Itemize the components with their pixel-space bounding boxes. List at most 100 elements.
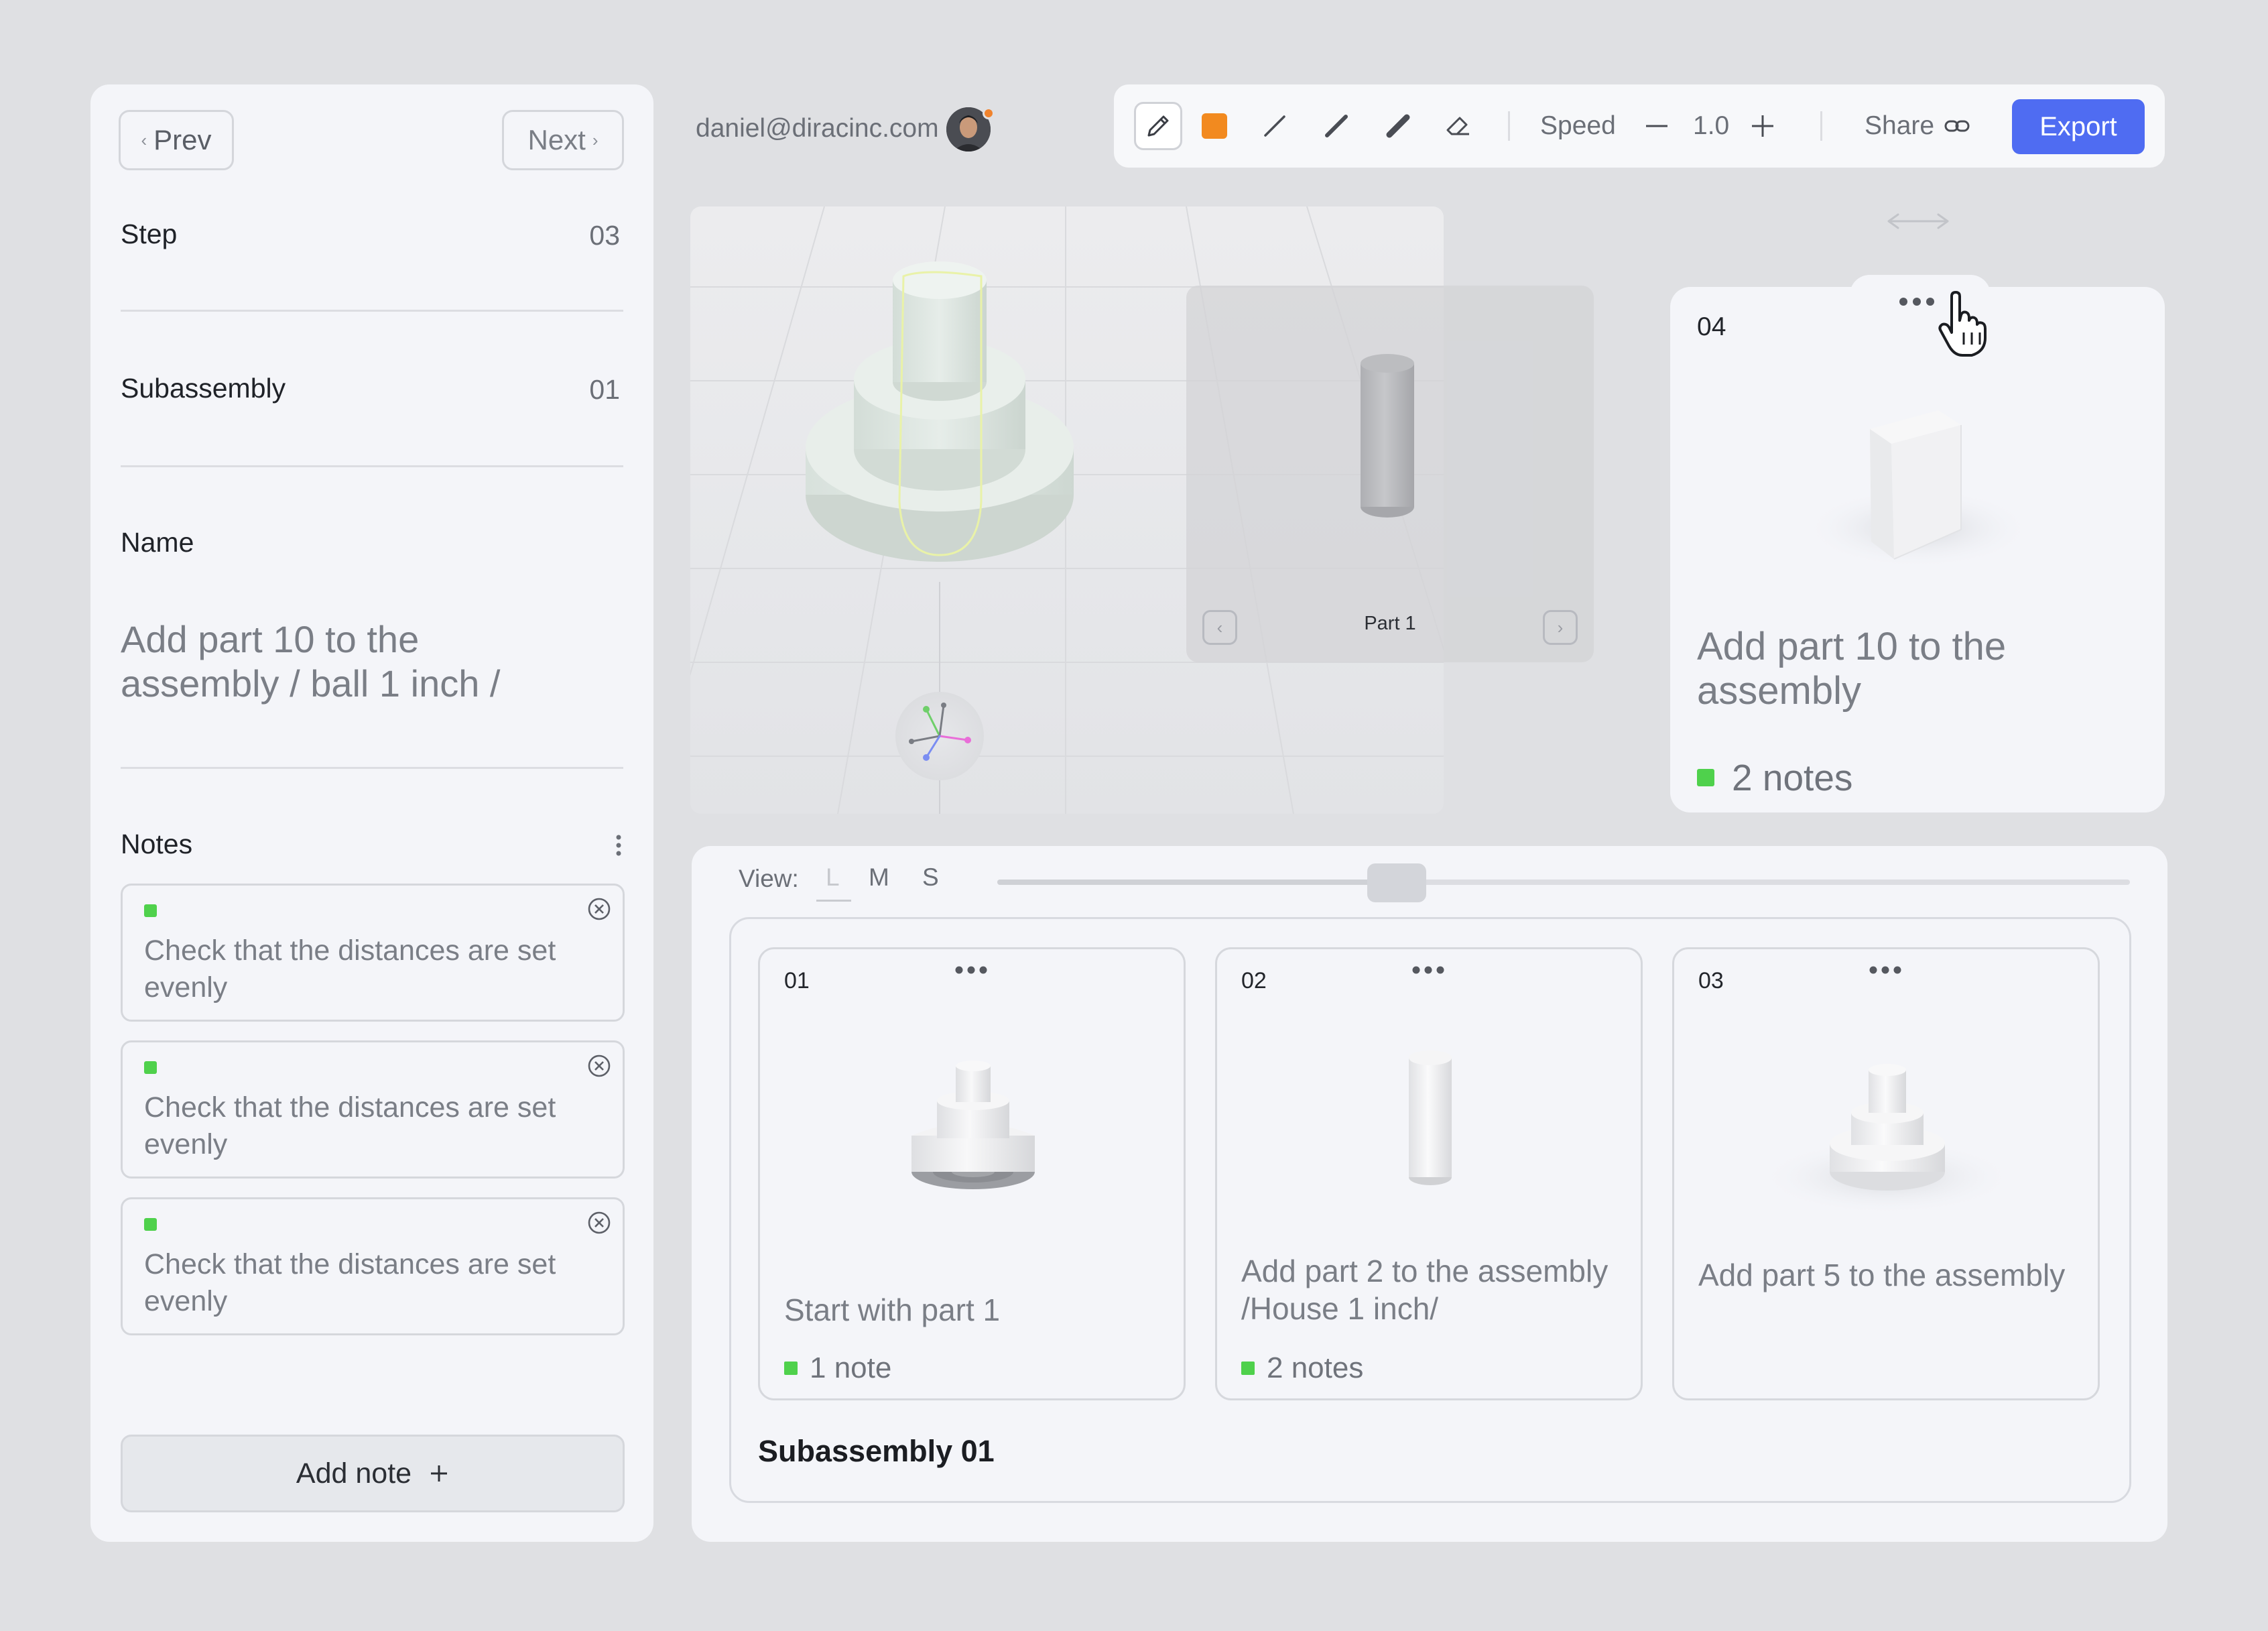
decrease-speed-icon[interactable]: [1645, 118, 1669, 134]
view-option-small[interactable]: S: [922, 863, 939, 892]
part-1-model: [1361, 354, 1414, 518]
step-card[interactable]: 03 Add part 5 to the assembly: [1672, 947, 2100, 1400]
step-card-notes-count: 1 note: [810, 1351, 892, 1384]
view-option-medium[interactable]: M: [869, 863, 889, 892]
user-email: daniel@diracinc.com: [696, 114, 939, 143]
step-card-title: Add part 2 to the assembly /House 1 inch…: [1241, 1254, 1609, 1326]
notes-label: Notes: [121, 829, 193, 859]
note-status-indicator: [144, 904, 157, 917]
pencil-tool[interactable]: [1134, 102, 1182, 150]
color-swatch[interactable]: [1190, 102, 1239, 150]
note-item[interactable]: Check that the distances are set evenly: [121, 1197, 625, 1335]
step-card-title: Add part 5 to the assembly: [1698, 1258, 2066, 1292]
orange-color-icon: [1202, 113, 1227, 139]
step-card-notes-count: 2 notes: [1267, 1351, 1364, 1384]
view-label: View:: [739, 865, 799, 892]
cube-model: [1804, 410, 2032, 568]
chevron-right-icon: ›: [1557, 617, 1564, 638]
increase-speed-icon[interactable]: [1751, 114, 1775, 138]
pencil-icon: [1147, 115, 1169, 137]
pointer-hand-cursor-icon: [1938, 291, 1987, 357]
speed-value: 1.0: [1693, 111, 1730, 140]
plus-icon: [431, 1465, 448, 1482]
thin-line-icon: [1264, 115, 1285, 137]
export-button[interactable]: Export: [2012, 99, 2145, 154]
zoom-slider-fill: [997, 880, 1397, 885]
step-details-panel: ‹ Prev Next › Step 03 Subassembly 01 Nam…: [90, 84, 653, 1542]
note-item[interactable]: Check that the distances are set evenly: [121, 1040, 625, 1179]
step-card-number: 01: [784, 968, 810, 993]
step-card-title: Start with part 1: [784, 1292, 1001, 1327]
note-status-indicator: [1241, 1362, 1255, 1375]
more-horizontal-icon[interactable]: [954, 965, 988, 975]
chevron-left-icon: ‹: [141, 129, 147, 150]
remove-note-icon[interactable]: [586, 1210, 612, 1235]
add-note-button[interactable]: Add note: [121, 1435, 625, 1512]
step-card-title: Add part 10 to the assembly: [1697, 625, 2007, 713]
chevron-right-icon: ›: [592, 129, 598, 150]
step-value: 03: [589, 220, 620, 251]
view-option-large[interactable]: L: [826, 863, 840, 892]
part-preview-panel: ‹ Part 1 ›: [1186, 286, 1594, 662]
next-label: Next: [527, 124, 586, 156]
step-card-number: 03: [1698, 968, 1724, 993]
drag-resize-icon[interactable]: [1886, 208, 1950, 235]
step-card-notes-count: 2 notes: [1732, 757, 1853, 798]
subassembly-value: 01: [589, 374, 620, 405]
divider: [121, 310, 623, 312]
note-status-indicator: [1697, 769, 1714, 786]
share-label: Share: [1865, 111, 1935, 140]
part-2-model: [1409, 1050, 1452, 1185]
part-preview-label: Part 1: [1364, 613, 1416, 634]
more-horizontal-icon[interactable]: [1411, 965, 1445, 975]
prev-button[interactable]: ‹ Prev: [119, 110, 234, 170]
note-status-indicator: [144, 1061, 157, 1074]
subassembly-group: 01 Start with part 1 1 note 02 Add part …: [729, 917, 2131, 1503]
toolbar-divider: [1508, 111, 1510, 141]
toolbar-divider: [1820, 111, 1822, 141]
remove-note-icon[interactable]: [586, 1053, 612, 1079]
subassembly-title: Subassembly 01: [758, 1434, 995, 1468]
drawing-toolbar: Speed 1.0 Share Export: [1114, 84, 2165, 168]
export-label: Export: [2039, 111, 2117, 141]
divider: [121, 465, 623, 467]
eraser-tool[interactable]: [1434, 102, 1483, 150]
thin-line-tool[interactable]: [1251, 102, 1299, 150]
note-item[interactable]: Check that the distances are set evenly: [121, 884, 625, 1022]
step-card-number: 04: [1697, 312, 1726, 341]
name-label: Name: [121, 527, 194, 558]
next-part-button[interactable]: ›: [1543, 610, 1578, 645]
note-text: Check that the distances are set evenly: [144, 1091, 556, 1160]
subassembly-label: Subassembly: [121, 373, 286, 404]
more-vertical-icon[interactable]: [615, 834, 623, 857]
medium-line-tool[interactable]: [1312, 102, 1361, 150]
name-field[interactable]: Add part 10 to the assembly / ball 1 inc…: [121, 617, 563, 706]
step-label: Step: [121, 219, 178, 249]
avatar-status-badge: [983, 107, 995, 119]
step-card-notes: 2 notes: [1697, 756, 1852, 799]
part-5-model: [1760, 1064, 2015, 1215]
part-1-model: [911, 1061, 1035, 1189]
next-button[interactable]: Next ›: [502, 110, 624, 170]
thick-line-tool[interactable]: [1374, 102, 1422, 150]
step-card[interactable]: 02 Add part 2 to the assembly /House 1 i…: [1215, 947, 1643, 1400]
note-status-indicator: [784, 1362, 798, 1375]
note-text: Check that the distances are set evenly: [144, 934, 556, 1004]
zoom-slider-thumb[interactable]: [1367, 863, 1426, 902]
assembly-steps-panel: View: L M S 01 Start with part 1 1 note …: [692, 846, 2167, 1542]
step-card[interactable]: 01 Start with part 1 1 note: [758, 947, 1186, 1400]
thick-line-icon: [1386, 114, 1410, 138]
share-button[interactable]: Share: [1865, 84, 1970, 168]
more-horizontal-icon[interactable]: [1898, 296, 1936, 307]
speed-label: Speed: [1540, 111, 1616, 140]
step-card[interactable]: 04 Add part 10 to the assembly 2 notes: [1670, 287, 2165, 812]
step-card-number: 02: [1241, 968, 1267, 993]
step-card-notes: 2 notes: [1241, 1351, 1363, 1385]
note-text: Check that the distances are set evenly: [144, 1248, 556, 1317]
remove-note-icon[interactable]: [586, 896, 612, 922]
eraser-icon: [1446, 117, 1469, 135]
divider: [121, 767, 623, 769]
add-note-label: Add note: [296, 1457, 412, 1490]
more-horizontal-icon[interactable]: [1869, 965, 1902, 975]
link-icon: [1944, 120, 1970, 132]
